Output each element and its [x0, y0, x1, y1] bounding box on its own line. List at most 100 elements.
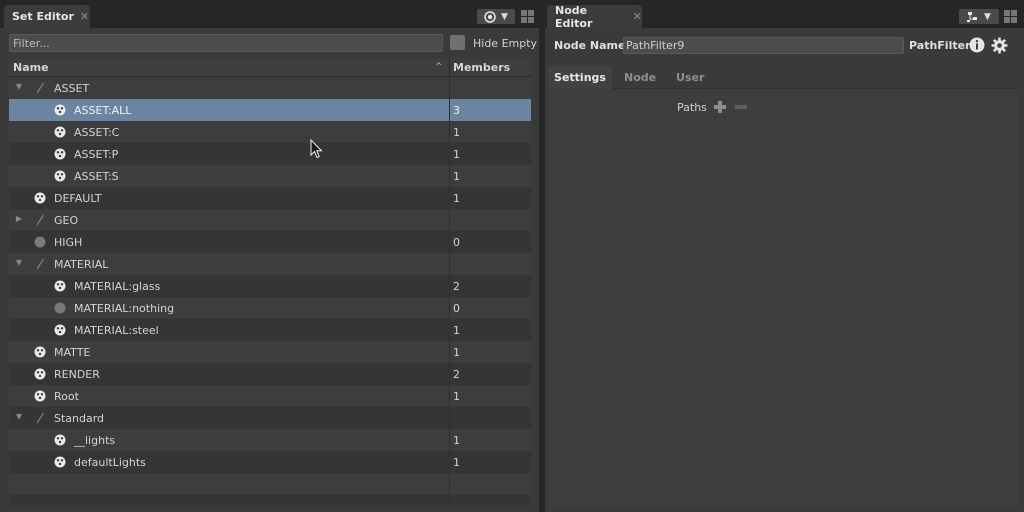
table-row[interactable]: ASSET:C 1: [9, 121, 531, 143]
pencil-icon: [36, 258, 45, 270]
set-name: ASSET:C: [74, 126, 120, 139]
close-icon[interactable]: ✕: [633, 10, 642, 23]
add-path-button[interactable]: [713, 100, 727, 114]
set-name: ASSET:P: [74, 148, 119, 161]
column-header-members[interactable]: Members: [453, 61, 510, 74]
tab-set-editor-label: Set Editor: [12, 10, 74, 23]
set-name: ASSET:ALL: [74, 104, 132, 117]
set-name: HIGH: [54, 236, 83, 249]
set-icon: [34, 368, 46, 380]
table-row[interactable]: ASSET:S 1: [9, 165, 531, 187]
table-row[interactable]: ▼ ASSET: [9, 77, 531, 99]
node-name-input[interactable]: [623, 37, 904, 54]
column-divider: [449, 231, 450, 253]
table-row[interactable]: defaultLights 1: [9, 451, 531, 473]
set-name: Root: [54, 390, 79, 403]
tab-node-editor-label: Node Editor: [555, 3, 593, 30]
column-divider: [449, 253, 450, 275]
expanded-arrow-icon[interactable]: ▼: [15, 413, 23, 421]
member-count: 1: [453, 434, 460, 447]
table-rows: ▼ ASSET ASSET:ALL 3 ASSET:C 1 ASSET:P 1 ASSET:S 1…: [9, 77, 531, 507]
info-icon[interactable]: [969, 37, 985, 53]
set-name: ASSET: [54, 82, 90, 95]
column-divider: [449, 451, 450, 473]
member-count: 1: [453, 192, 460, 205]
tab-user[interactable]: User: [676, 66, 704, 89]
table-row[interactable]: ▶ GEO: [9, 209, 531, 231]
table-row[interactable]: ASSET:ALL 3: [9, 99, 531, 121]
column-divider: [449, 143, 450, 165]
node-editor-panel: Node Editor ✕ ▼ Node Name PathFilter9 Pa…: [545, 0, 1024, 512]
column-divider[interactable]: [449, 59, 450, 77]
table-row[interactable]: MATERIAL:steel 1: [9, 319, 531, 341]
table-row[interactable]: ASSET:P 1: [9, 143, 531, 165]
set-icon: [54, 280, 66, 292]
sort-ascending-icon: ^: [435, 62, 443, 72]
table-row[interactable]: Root 1: [9, 385, 531, 407]
hide-empty-label: Hide Empty: [473, 37, 538, 50]
hide-empty-checkbox[interactable]: [450, 35, 465, 50]
column-divider: [449, 187, 450, 209]
node-editor-menu-button[interactable]: ▼: [959, 9, 999, 24]
column-header-name[interactable]: Name: [13, 61, 49, 74]
table-row[interactable]: __lights 1: [9, 429, 531, 451]
node-editor-tabs: Settings Node User: [548, 66, 1018, 89]
filter-input[interactable]: [9, 34, 443, 52]
set-name: GEO: [54, 214, 79, 227]
set-icon: [54, 456, 66, 468]
set-editor-tabbar: Set Editor ✕ ▼: [0, 0, 539, 28]
column-divider: [449, 297, 450, 319]
paths-label: Paths: [677, 101, 707, 114]
set-icon: [54, 170, 66, 182]
layout-grid-icon[interactable]: [1004, 10, 1017, 23]
column-divider: [449, 77, 450, 99]
target-menu-button[interactable]: ▼: [477, 9, 515, 24]
tab-node-editor[interactable]: Node Editor ✕: [547, 3, 642, 30]
set-name: MATERIAL:nothing: [74, 302, 175, 315]
gear-icon[interactable]: [991, 37, 1008, 54]
column-divider: [449, 495, 450, 507]
column-divider: [449, 275, 450, 297]
expanded-arrow-icon[interactable]: ▼: [15, 83, 23, 91]
table-row[interactable]: ▼ MATERIAL: [9, 253, 531, 275]
close-icon[interactable]: ✕: [80, 10, 89, 23]
column-divider: [449, 407, 450, 429]
table-row[interactable]: DEFAULT 1: [9, 187, 531, 209]
set-icon: [34, 346, 46, 358]
tab-settings[interactable]: Settings: [548, 66, 612, 89]
table-row[interactable]: HIGH 0: [9, 231, 531, 253]
column-divider: [449, 429, 450, 451]
chevron-down-icon: ▼: [984, 11, 991, 22]
set-name: MATERIAL:steel: [74, 324, 159, 337]
set-icon: [34, 192, 46, 204]
member-count: 1: [453, 456, 460, 469]
member-count: 1: [453, 324, 460, 337]
table-row[interactable]: RENDER 2: [9, 363, 531, 385]
column-divider: [449, 99, 450, 121]
set-name: Standard: [54, 412, 105, 425]
empty-set-icon: [54, 302, 66, 314]
remove-path-button[interactable]: [734, 100, 748, 114]
table-row[interactable]: MATERIAL:nothing 0: [9, 297, 531, 319]
tab-node[interactable]: Node: [624, 66, 656, 89]
tab-settings-label: Settings: [554, 71, 606, 84]
node-type-label: PathFilter: [909, 39, 971, 52]
set-icon: [34, 390, 46, 402]
member-count: 1: [453, 346, 460, 359]
column-divider: [449, 319, 450, 341]
member-count: 1: [453, 170, 460, 183]
member-count: 2: [453, 280, 460, 293]
layout-grid-icon[interactable]: [521, 10, 534, 23]
set-icon: [54, 324, 66, 336]
table-row[interactable]: ▼ Standard: [9, 407, 531, 429]
table-row[interactable]: MATTE 1: [9, 341, 531, 363]
set-name: MATERIAL:glass: [74, 280, 161, 293]
node-name-label: Node Name: [554, 39, 626, 52]
tab-set-editor[interactable]: Set Editor ✕: [4, 5, 90, 28]
table-header: Name ^ Members: [9, 59, 531, 77]
expanded-arrow-icon[interactable]: ▼: [15, 259, 23, 267]
mouse-cursor-icon: [310, 139, 323, 159]
table-row[interactable]: MATERIAL:glass 2: [9, 275, 531, 297]
target-icon: [484, 10, 496, 23]
collapsed-arrow-icon[interactable]: ▶: [15, 215, 23, 223]
